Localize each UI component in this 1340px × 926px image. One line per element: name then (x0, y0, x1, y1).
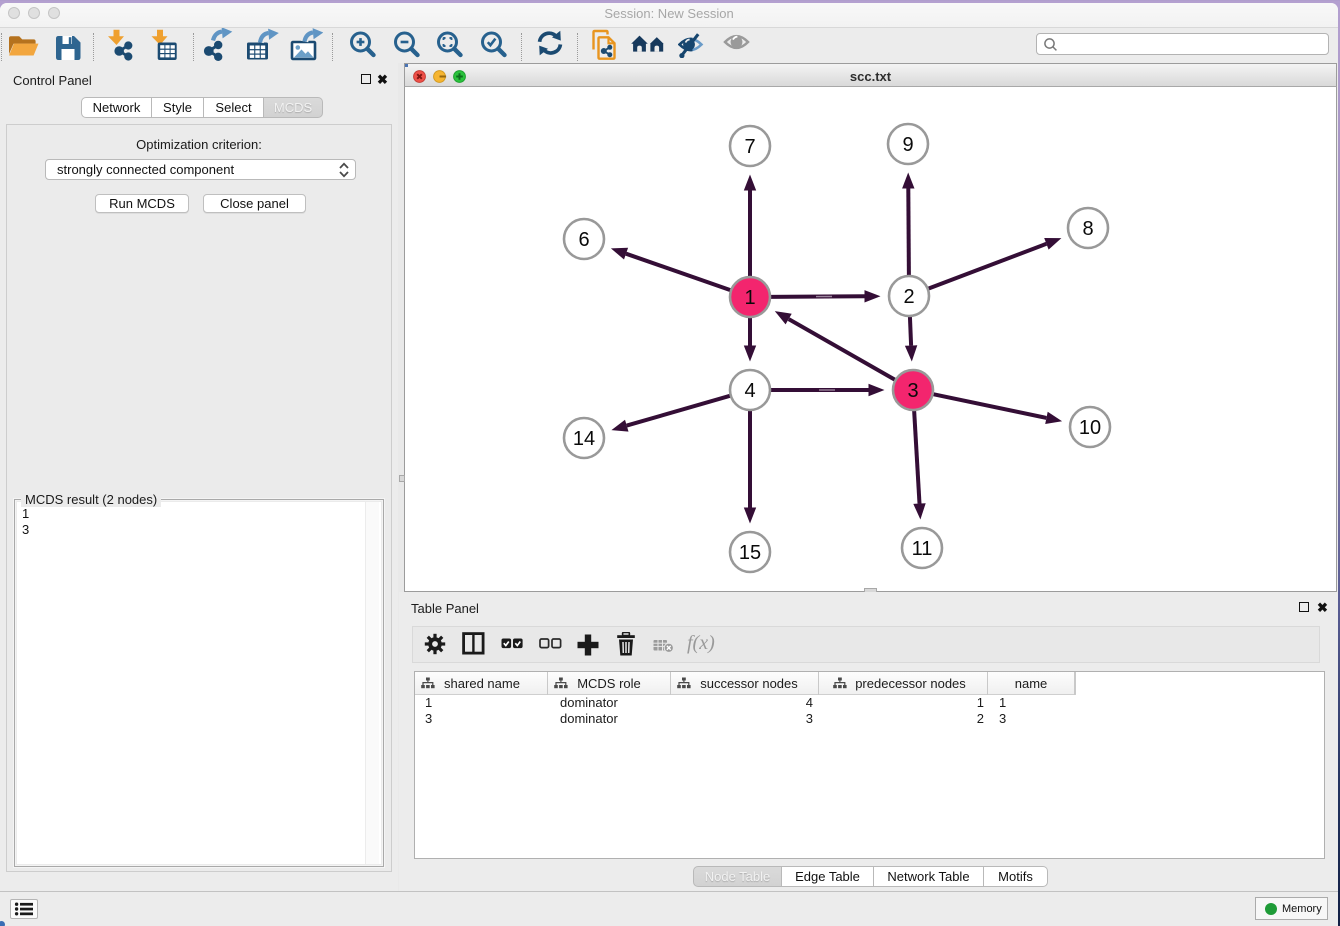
svg-text:6: 6 (578, 229, 589, 251)
svg-text:3: 3 (907, 380, 918, 402)
svg-text:14: 14 (573, 428, 595, 450)
svg-text:15: 15 (739, 542, 761, 564)
svg-text:8: 8 (1082, 218, 1093, 240)
svg-text:11: 11 (912, 538, 933, 560)
svg-text:2: 2 (903, 286, 914, 308)
svg-text:7: 7 (744, 136, 755, 158)
svg-text:1: 1 (744, 287, 755, 309)
svg-text:9: 9 (902, 134, 913, 156)
svg-text:10: 10 (1079, 417, 1101, 439)
svg-text:4: 4 (744, 380, 755, 402)
